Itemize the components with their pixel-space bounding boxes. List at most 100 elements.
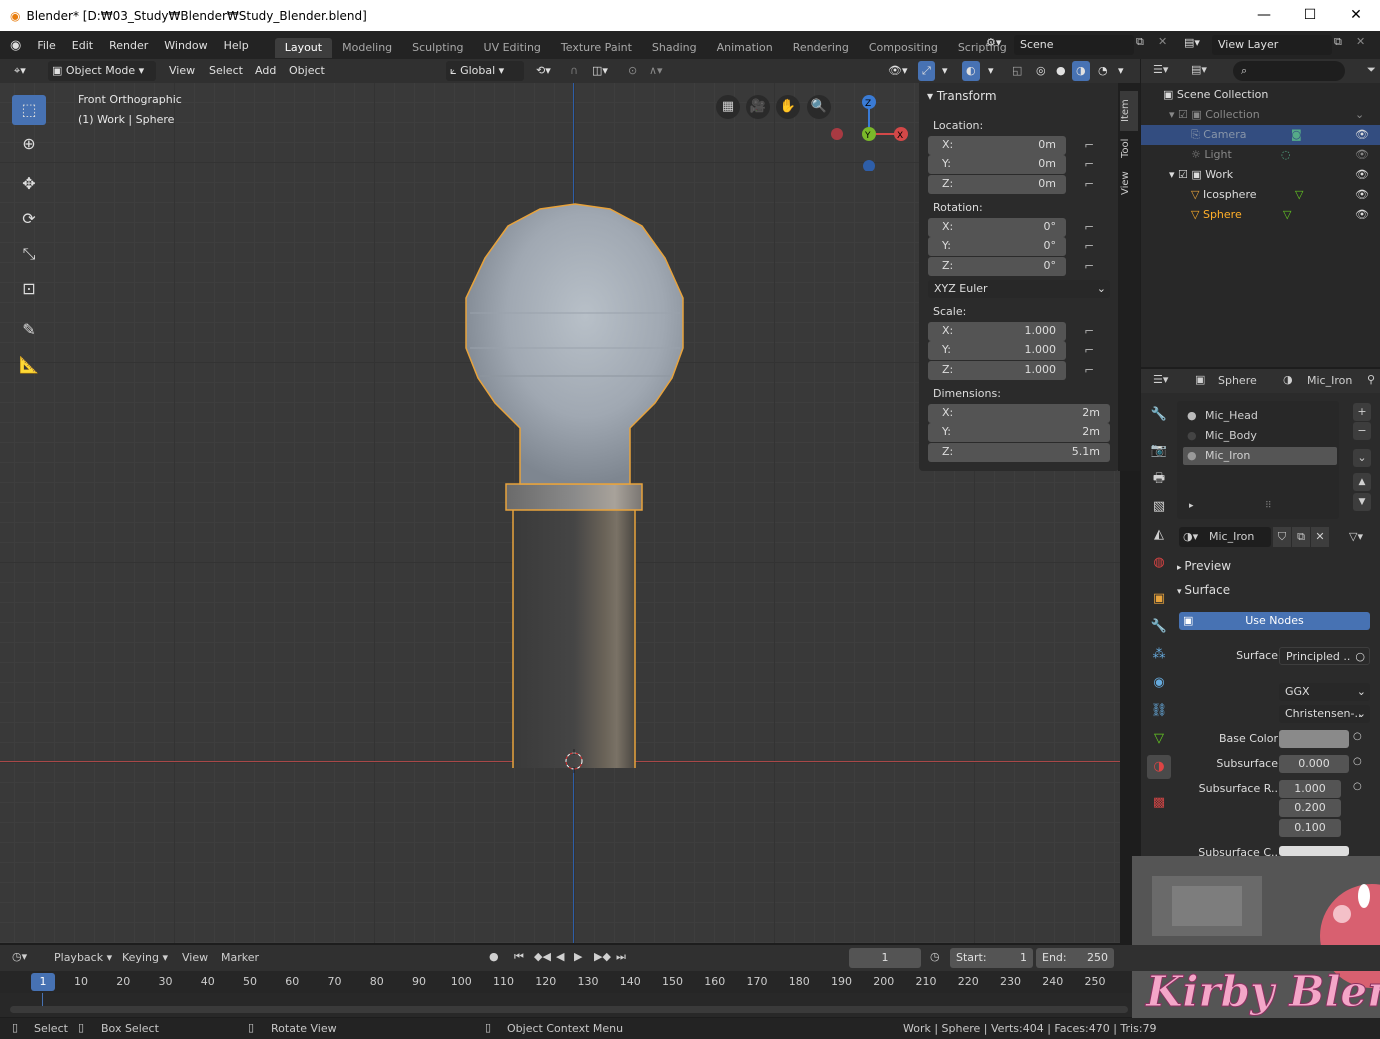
viewport-menu-add[interactable]: Add	[251, 61, 280, 81]
snap-icon[interactable]: ∩	[566, 61, 582, 81]
render-properties-icon[interactable]: 📷	[1147, 439, 1171, 463]
physics-properties-icon[interactable]: ◉	[1147, 671, 1171, 695]
duplicate-material-icon[interactable]: ⧉	[1292, 527, 1310, 547]
fake-user-icon[interactable]: ⛉	[1273, 527, 1291, 547]
subsurface-radius-y[interactable]: 0.200	[1279, 799, 1341, 817]
move-tool-icon[interactable]: ✥	[12, 169, 46, 199]
subsurface-radius-x[interactable]: 1.000	[1279, 780, 1341, 798]
rendered-shading-icon[interactable]: ◔	[1094, 61, 1112, 81]
tab-compositing[interactable]: Compositing	[859, 38, 948, 58]
material-slot-row[interactable]: ● Mic_Body	[1183, 427, 1337, 445]
move-slot-up-icon[interactable]: ▲	[1353, 473, 1371, 491]
delete-scene-icon[interactable]: ✕	[1158, 35, 1167, 48]
menu-render[interactable]: Render	[101, 39, 156, 52]
timeline-area[interactable]: 1 10 20 30 40 50 60 70 80 90 100 110 120 130 140 150 160…	[0, 971, 1132, 1017]
timeline-scrollbar[interactable]	[10, 1006, 1128, 1013]
mode-select[interactable]: ▣ Object Mode ▾	[48, 61, 156, 81]
play-reverse-icon[interactable]: ◀	[556, 950, 564, 963]
dimensions-y-field[interactable]: Y: 2m	[928, 423, 1110, 442]
surface-panel-header[interactable]: ▾ Surface	[1177, 583, 1230, 597]
wireframe-shading-icon[interactable]: ◎	[1032, 61, 1050, 81]
viewport-menu-select[interactable]: Select	[205, 61, 247, 81]
blender-menu-icon[interactable]: ◉	[10, 38, 21, 53]
menu-file[interactable]: File	[29, 39, 63, 52]
constraint-properties-icon[interactable]: ⛓	[1147, 699, 1171, 723]
material-shading-icon[interactable]: ◑	[1072, 61, 1090, 81]
navigation-gizmo[interactable]: Z Y X	[826, 91, 916, 171]
tab-shading[interactable]: Shading	[642, 38, 707, 58]
microphone-mesh[interactable]	[460, 198, 690, 768]
menu-help[interactable]: Help	[216, 39, 257, 52]
link-mode-icon[interactable]: ▽▾	[1341, 527, 1371, 547]
particle-properties-icon[interactable]: ⁂	[1147, 643, 1171, 667]
scene-icon[interactable]: ⚙▾	[986, 36, 1001, 49]
scale-tool-icon[interactable]: ⤡	[12, 239, 46, 269]
jump-start-icon[interactable]: ⏮	[514, 950, 524, 964]
scale-z-field[interactable]: Z: 1.000	[928, 361, 1066, 380]
outliner-item-icosphere[interactable]: ▽ Icosphere ▽ 👁	[1141, 185, 1380, 205]
3d-cursor-icon[interactable]	[562, 749, 586, 773]
transform-panel-header[interactable]: ▾ Transform	[927, 89, 997, 103]
tab-texture-paint[interactable]: Texture Paint	[551, 38, 642, 58]
viewport-menu-view[interactable]: View	[165, 61, 199, 81]
snap-target-icon[interactable]: ◫▾	[588, 61, 612, 81]
add-slot-button[interactable]: +	[1353, 403, 1371, 421]
tab-view[interactable]: View	[1120, 167, 1138, 199]
data-properties-icon[interactable]: ▽	[1147, 727, 1171, 751]
lock-icon[interactable]: ⌐	[1084, 177, 1100, 193]
camera-view-icon[interactable]: 🎥	[746, 95, 770, 119]
lock-icon[interactable]: ⌐	[1084, 363, 1100, 379]
outliner-search-input[interactable]: ⌕	[1233, 61, 1345, 81]
lock-icon[interactable]: ⌐	[1084, 157, 1100, 173]
timer-icon[interactable]: ◷	[930, 950, 940, 963]
outliner-editor-icon[interactable]: ☰▾	[1153, 63, 1168, 76]
timeline-menu-marker[interactable]: Marker	[221, 951, 259, 964]
tool-properties-icon[interactable]: 🔧	[1147, 403, 1171, 427]
node-link-icon[interactable]: ○	[1353, 781, 1362, 792]
location-z-field[interactable]: Z: 0m	[928, 175, 1066, 194]
expand-icon[interactable]: ▸	[1189, 501, 1194, 511]
gizmo-toggle-icon[interactable]: ⤢	[918, 61, 935, 81]
lock-icon[interactable]: ⌐	[1084, 220, 1100, 236]
use-nodes-button[interactable]: ▣ Use Nodes	[1179, 612, 1370, 630]
overlay-toggle-icon[interactable]: ◐	[962, 61, 980, 81]
outliner-item-work[interactable]: ▾ ☑ ▣ Work 👁	[1141, 165, 1380, 185]
xray-icon[interactable]: ◱	[1008, 61, 1026, 81]
minimize-button[interactable]: —	[1241, 0, 1287, 31]
menu-edit[interactable]: Edit	[64, 39, 101, 52]
tab-animation[interactable]: Animation	[707, 38, 783, 58]
location-x-field[interactable]: X: 0m	[928, 136, 1066, 155]
grid-view-icon[interactable]: ▦	[716, 95, 740, 119]
scale-y-field[interactable]: Y: 1.000	[928, 341, 1066, 360]
lock-icon[interactable]: ⌐	[1084, 343, 1100, 359]
lock-icon[interactable]: ⌐	[1084, 239, 1100, 255]
world-properties-icon[interactable]: ◍	[1147, 551, 1171, 575]
current-frame-field[interactable]: 1	[849, 948, 921, 968]
orientation-select[interactable]: ⟀ Global ▾	[446, 61, 524, 81]
viewport-menu-object[interactable]: Object	[285, 61, 329, 81]
surface-shader-select[interactable]: Principled .. ○	[1279, 647, 1370, 665]
end-frame-field[interactable]: End: 250	[1036, 948, 1114, 968]
pin-icon[interactable]: ⚲	[1367, 373, 1375, 386]
next-keyframe-icon[interactable]: ▶◆	[594, 950, 611, 963]
dimensions-z-field[interactable]: Z: 5.1m	[928, 443, 1110, 462]
distribution-select[interactable]: GGX ⌄	[1279, 683, 1370, 701]
rotation-x-field[interactable]: X: 0°	[928, 218, 1066, 237]
scale-x-field[interactable]: X: 1.000	[928, 322, 1066, 341]
subsurface-method-select[interactable]: Christensen-.. ⌄	[1279, 705, 1370, 723]
tab-sculpting[interactable]: Sculpting	[402, 38, 473, 58]
lock-icon[interactable]: ⌐	[1084, 259, 1100, 275]
resize-handle[interactable]: ⠿	[1265, 501, 1272, 511]
rotate-tool-icon[interactable]: ⟳	[12, 204, 46, 234]
scene-properties-icon[interactable]: ◭	[1147, 523, 1171, 547]
falloff-icon[interactable]: ∧▾	[645, 61, 667, 81]
subsurface-field[interactable]: 0.000	[1279, 755, 1349, 773]
timeline-editor-icon[interactable]: ◷▾	[12, 950, 27, 963]
modifier-properties-icon[interactable]: 🔧	[1147, 615, 1171, 639]
jump-end-icon[interactable]: ⏭	[616, 950, 626, 964]
tab-layout[interactable]: Layout	[274, 38, 333, 58]
subsurface-radius-z[interactable]: 0.100	[1279, 819, 1341, 837]
remove-slot-button[interactable]: −	[1353, 422, 1371, 440]
timeline-menu-view[interactable]: View	[182, 951, 208, 964]
scene-name-field[interactable]: Scene	[1014, 35, 1134, 55]
